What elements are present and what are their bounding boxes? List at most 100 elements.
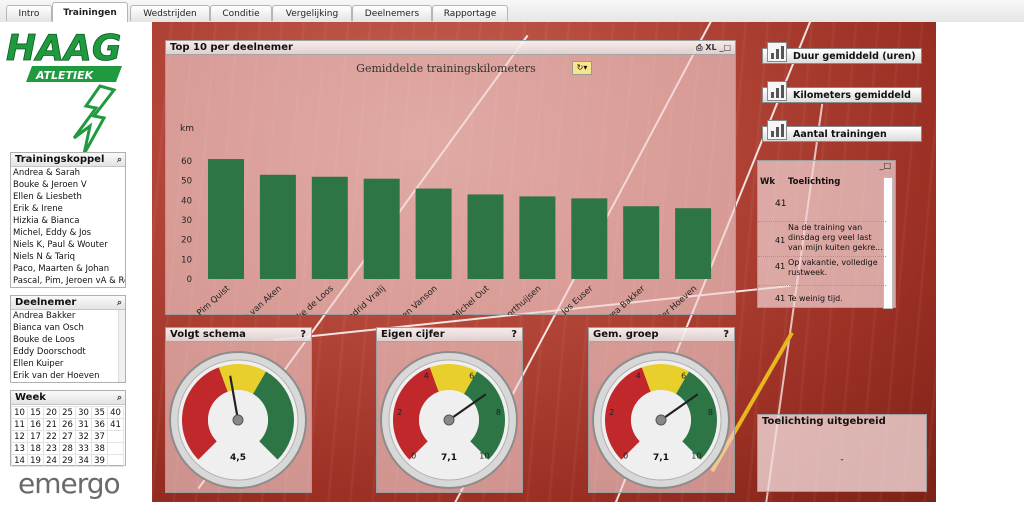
top10-panel: Top 10 per deelnemer ⎙ XL _□ Gemiddelde t… — [165, 40, 736, 315]
week-cell[interactable]: 28 — [59, 442, 76, 455]
bar[interactable] — [259, 174, 296, 279]
tab-conditie[interactable]: Conditie — [210, 5, 272, 21]
list-item[interactable]: Paco, Maarten & Johan — [11, 263, 125, 275]
print-icon[interactable]: ⎙ — [696, 43, 702, 52]
deelnemer-listbox[interactable]: Deelnemer ⌕ Andrea Bakker Bianca van Osch… — [10, 295, 126, 383]
week-cell[interactable]: 33 — [75, 442, 92, 455]
gauge-panel-gem-groep: Gem. groep? 0 2 4 6 8 10 7,1 — [588, 327, 735, 493]
week-cell[interactable]: 39 — [91, 454, 108, 467]
gauge-tick-label: 0 — [623, 451, 628, 460]
week-cell[interactable]: 13 — [11, 442, 28, 455]
week-cell[interactable]: 27 — [59, 430, 76, 443]
window-controls[interactable]: _□ — [879, 161, 891, 170]
week-cell[interactable]: 31 — [75, 418, 92, 431]
list-item[interactable]: Andrea Bakker — [11, 310, 125, 322]
xl-button[interactable]: XL — [705, 43, 716, 52]
aantal-trainingen-button[interactable]: Aantal trainingen — [762, 120, 922, 142]
list-item[interactable]: Niels K, Paul & Wouter — [11, 239, 125, 251]
week-cell[interactable]: 22 — [43, 430, 60, 443]
list-item[interactable]: Erik & Irene — [11, 203, 125, 215]
list-item[interactable]: Erik van der Hoeven — [11, 370, 125, 382]
week-cell — [107, 430, 124, 443]
bar[interactable] — [363, 178, 400, 279]
list-item[interactable]: Bouke & Jeroen V — [11, 179, 125, 191]
chart-icon — [767, 42, 787, 62]
week-cell[interactable]: 29 — [59, 454, 76, 467]
list-item[interactable]: Bouke de Loos — [11, 334, 125, 346]
list-item[interactable]: Hizkia & Bianca — [11, 215, 125, 227]
tab-trainingen[interactable]: Trainingen — [52, 2, 128, 22]
week-cell[interactable]: 35 — [91, 406, 108, 419]
list-item[interactable]: Bianca van Osch — [11, 322, 125, 334]
search-icon[interactable]: ⌕ — [117, 154, 122, 167]
week-cell[interactable]: 10 — [11, 406, 28, 419]
list-item[interactable]: Michel, Eddy & Jos — [11, 227, 125, 239]
gauge-eigen-cijfer: 0 2 4 6 8 10 7,1 — [380, 351, 518, 489]
duur-gemiddeld-button[interactable]: Duur gemiddeld (uren) — [762, 42, 922, 64]
search-icon[interactable]: ⌕ — [117, 297, 122, 310]
gauge-volgt-schema: 4,5 — [169, 351, 307, 489]
week-cell[interactable]: 15 — [27, 406, 44, 419]
column-header-wk: Wk — [760, 177, 776, 187]
week-cell[interactable]: 24 — [43, 454, 60, 467]
week-cell[interactable]: 20 — [43, 406, 60, 419]
maximize-icon[interactable]: □ — [723, 43, 731, 52]
toelichting-scrollbar[interactable] — [883, 177, 893, 309]
tab-rapportage[interactable]: Rapportage — [432, 5, 508, 21]
week-cell[interactable]: 41 — [107, 418, 124, 431]
week-cell — [107, 454, 124, 467]
help-icon[interactable]: ? — [300, 328, 306, 341]
week-cell[interactable]: 17 — [27, 430, 44, 443]
week-cell[interactable]: 36 — [91, 418, 108, 431]
bar[interactable] — [519, 196, 556, 279]
tab-vergelijking[interactable]: Vergelijking — [272, 5, 352, 21]
week-cell[interactable]: 32 — [75, 430, 92, 443]
trainingskoppel-listbox[interactable]: Trainingskoppel ⌕ Andrea & Sarah Bouke & … — [10, 152, 126, 288]
week-cell[interactable]: 21 — [43, 418, 60, 431]
bar[interactable] — [311, 176, 348, 279]
list-item[interactable]: Pascal, Pim, Jeroen vA & Remco — [11, 275, 125, 287]
week-listbox[interactable]: Week ⌕ 10 15 20 25 30 35 40 11 16 21 26 31 36 41 12 17 22… — [10, 390, 126, 467]
week-cell[interactable]: 40 — [107, 406, 124, 419]
week-cell[interactable]: 14 — [11, 454, 28, 467]
tab-wedstrijden[interactable]: Wedstrijden — [130, 5, 210, 21]
week-cell[interactable]: 30 — [75, 406, 92, 419]
bar[interactable] — [675, 208, 712, 279]
search-icon[interactable]: ⌕ — [117, 392, 122, 405]
bar[interactable] — [623, 206, 660, 279]
list-item[interactable]: Eddy Doorschodt — [11, 346, 125, 358]
week-cell[interactable]: 18 — [27, 442, 44, 455]
week-cell[interactable]: 12 — [11, 430, 28, 443]
bar[interactable] — [208, 159, 244, 279]
help-icon[interactable]: ? — [723, 328, 729, 341]
deelnemer-scrollbar[interactable] — [118, 310, 125, 382]
gauge-header: Volgt schema? — [166, 328, 311, 342]
week-cell[interactable]: 26 — [59, 418, 76, 431]
list-item[interactable]: Ellen & Liesbeth — [11, 191, 125, 203]
panel-controls[interactable]: ⎙ XL _□ — [696, 41, 731, 54]
week-cell[interactable]: 23 — [43, 442, 60, 455]
y-tick-label: 30 — [181, 216, 192, 226]
list-item[interactable]: Ellen Kuiper — [11, 358, 125, 370]
week-cell[interactable]: 19 — [27, 454, 44, 467]
help-icon[interactable]: ? — [511, 328, 517, 341]
week-cell[interactable]: 25 — [59, 406, 76, 419]
bar[interactable] — [415, 188, 452, 279]
week-cell[interactable]: 34 — [75, 454, 92, 467]
maximize-icon[interactable]: □ — [883, 161, 891, 170]
week-cell[interactable]: 37 — [91, 430, 108, 443]
x-tick-label: Jeroen van Aken — [225, 284, 284, 315]
tab-intro[interactable]: Intro — [6, 5, 52, 21]
tab-deelnemers[interactable]: Deelnemers — [352, 5, 432, 21]
kilometers-gemiddeld-button[interactable]: Kilometers gemiddeld — [762, 81, 922, 103]
gauge-tick-label: 10 — [479, 451, 489, 460]
gauge-gem-groep: 0 2 4 6 8 10 7,1 — [592, 351, 730, 489]
week-cell[interactable]: 11 — [11, 418, 28, 431]
list-item[interactable]: Andrea & Sarah — [11, 167, 125, 179]
emergo-logo: emergo — [18, 467, 121, 500]
bar[interactable] — [467, 194, 504, 279]
list-item[interactable]: Niels N & Tariq — [11, 251, 125, 263]
week-cell[interactable]: 16 — [27, 418, 44, 431]
bar[interactable] — [571, 198, 608, 279]
week-cell[interactable]: 38 — [91, 442, 108, 455]
